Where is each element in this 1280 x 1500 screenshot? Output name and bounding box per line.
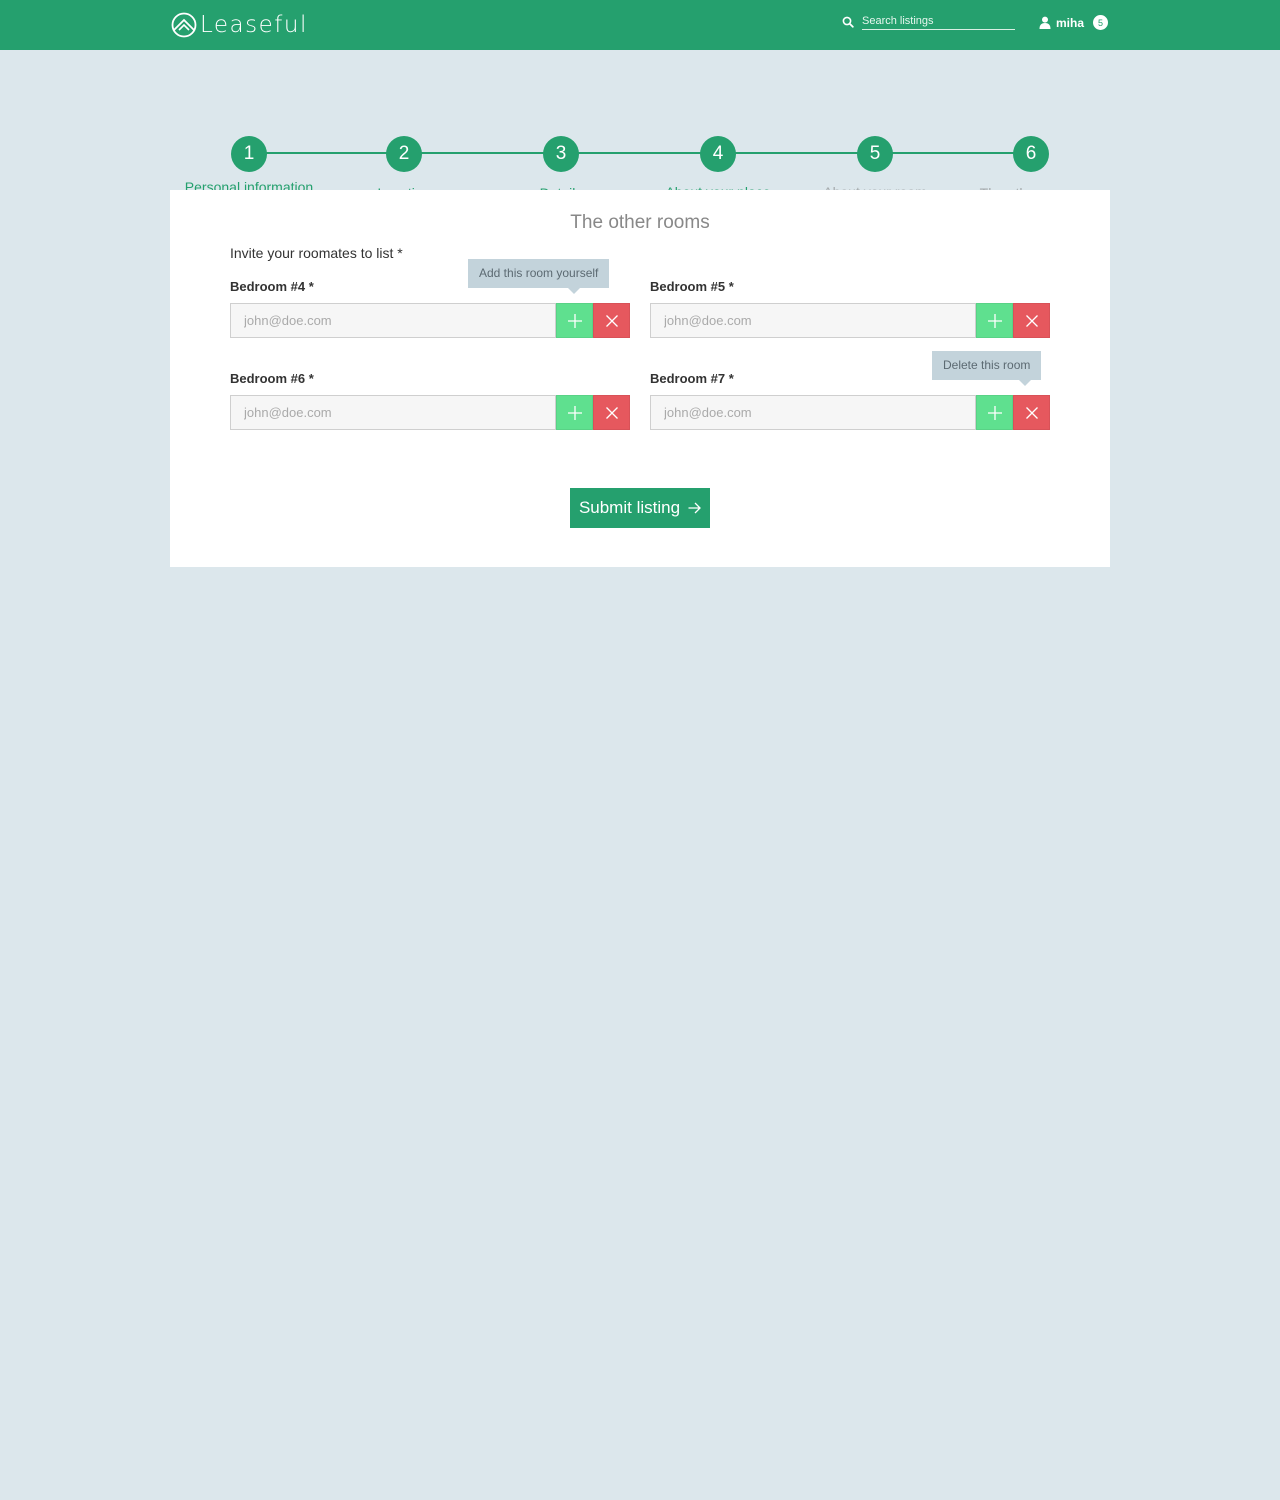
bedroom-6-email-input[interactable] [230,395,556,430]
bedroom-label: Bedroom #4 * [230,279,314,294]
brand-name: Leaseful [200,12,308,38]
add-room-button[interactable] [976,303,1013,338]
arrow-right-icon [688,502,701,514]
search-bar [842,14,1015,30]
delete-room-button[interactable] [1013,303,1050,338]
close-icon [1025,314,1038,327]
bedroom-5-group: Bedroom #5 * [650,279,1050,338]
delete-room-button[interactable] [593,303,630,338]
progress-stepper: 1 Personal information 2 Location 3 Deta… [0,50,1280,201]
bedroom-4-group: Bedroom #4 * [230,279,630,338]
user-name: miha [1056,15,1085,30]
close-icon [1025,406,1038,419]
delete-room-button[interactable] [1013,395,1050,430]
bedroom-5-email-input[interactable] [650,303,976,338]
search-input[interactable] [862,14,1015,30]
step-number: 5 [857,136,893,172]
step-number: 6 [1013,136,1049,172]
user-icon [1039,16,1051,29]
step-number: 1 [231,136,267,172]
house-logo-icon [171,12,197,38]
step-1[interactable]: 1 Personal information [179,136,319,196]
user-menu[interactable]: miha 5 [1039,15,1109,30]
bedroom-4-email-input[interactable] [230,303,556,338]
brand-logo[interactable]: Leaseful [170,9,308,41]
rooms-form-card: The other rooms Invite your roomates to … [170,190,1110,567]
plus-icon [567,313,582,328]
bedroom-7-email-input[interactable] [650,395,976,430]
plus-icon [567,405,582,420]
top-navbar: Leaseful miha 5 [0,0,1280,50]
close-icon [605,314,618,327]
add-room-button[interactable] [976,395,1013,430]
step-number: 2 [386,136,422,172]
step-number: 4 [700,136,736,172]
search-icon[interactable] [842,16,854,28]
plus-icon [987,405,1002,420]
delete-room-button[interactable] [593,395,630,430]
bedroom-label: Bedroom #6 * [230,371,314,386]
invite-label: Invite your roomates to list * [230,245,403,261]
notification-badge[interactable]: 5 [1093,15,1109,30]
add-room-button[interactable] [556,303,593,338]
bedroom-label: Bedroom #5 * [650,279,734,294]
bedroom-7-group: Bedroom #7 * [650,371,1050,430]
submit-listing-button[interactable]: Submit listing [570,488,710,528]
close-icon [605,406,618,419]
submit-label: Submit listing [578,498,681,517]
bedroom-6-group: Bedroom #6 * [230,371,630,430]
step-number: 3 [543,136,579,172]
plus-icon [987,313,1002,328]
add-room-button[interactable] [556,395,593,430]
form-title: The other rooms [570,212,710,233]
bedroom-label: Bedroom #7 * [650,371,734,386]
